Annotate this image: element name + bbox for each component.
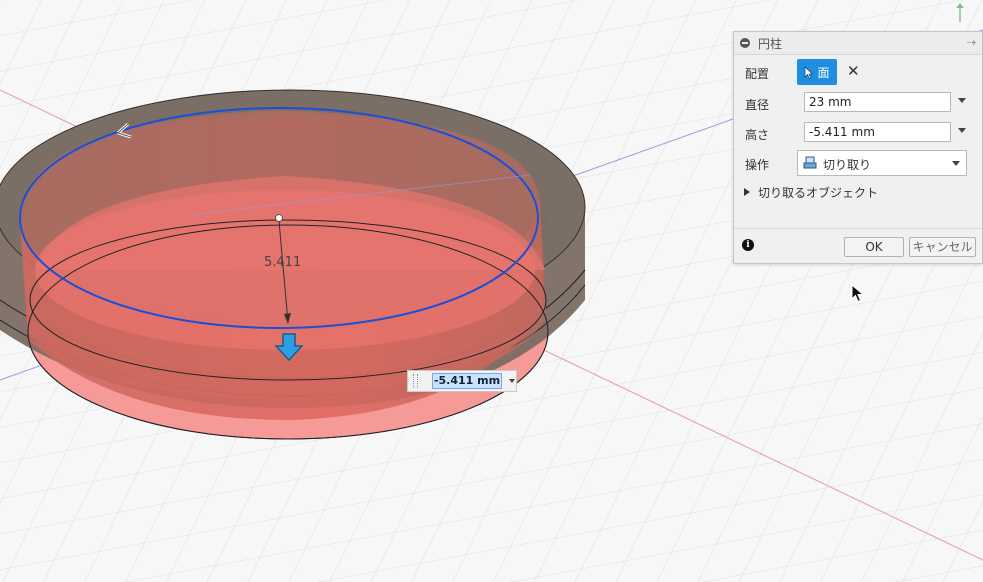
chevron-down-icon bbox=[952, 161, 960, 166]
diameter-input[interactable]: 23 mm bbox=[804, 92, 951, 112]
dialog-header[interactable]: 円柱 ⇢ bbox=[734, 32, 982, 55]
drag-grip[interactable] bbox=[413, 374, 418, 388]
dimension-label: 5.411 bbox=[264, 255, 302, 270]
objects-to-cut-toggle[interactable]: 切り取るオブジェクト bbox=[744, 184, 878, 200]
cancel-button[interactable]: キャンセル bbox=[909, 237, 976, 257]
expand-triangle-icon bbox=[744, 188, 750, 196]
height-label: 高さ bbox=[745, 128, 770, 142]
height-input[interactable]: -5.411 mm bbox=[804, 122, 951, 142]
chevron-down-icon[interactable] bbox=[958, 128, 966, 133]
placement-label: 配置 bbox=[745, 67, 770, 81]
operation-select[interactable]: 切り取り bbox=[797, 150, 967, 176]
cylinder-dialog: 円柱 ⇢ 配置 面 ✕ 直径 23 mm 高さ -5.411 mm 操作 切り取… bbox=[733, 31, 983, 264]
diameter-row: 直径 23 mm bbox=[734, 92, 982, 116]
operation-row: 操作 切り取り bbox=[734, 150, 982, 176]
dialog-footer: i OK キャンセル bbox=[734, 228, 982, 263]
operation-value: 切り取り bbox=[823, 158, 872, 172]
ok-button[interactable]: OK bbox=[844, 237, 904, 257]
placement-row: 配置 面 ✕ bbox=[734, 59, 982, 85]
placement-face-button[interactable]: 面 bbox=[797, 59, 837, 85]
dialog-title: 円柱 bbox=[758, 36, 783, 51]
height-value-field[interactable]: -5.411 mm bbox=[432, 373, 502, 389]
height-row: 高さ -5.411 mm bbox=[734, 122, 982, 146]
dialog-pin-icon[interactable]: ⇢ bbox=[967, 36, 976, 49]
placement-selection: 面 bbox=[817, 65, 830, 80]
chevron-down-icon[interactable] bbox=[509, 379, 515, 383]
info-icon[interactable]: i bbox=[742, 239, 754, 251]
operation-label: 操作 bbox=[745, 158, 770, 172]
cursor-select-icon bbox=[805, 65, 814, 79]
mouse-cursor-icon bbox=[851, 284, 865, 303]
cut-operation-icon bbox=[803, 156, 817, 169]
clear-selection-button[interactable]: ✕ bbox=[847, 62, 860, 80]
objects-to-cut-label: 切り取るオブジェクト bbox=[758, 185, 879, 200]
collapse-icon[interactable] bbox=[740, 38, 750, 48]
height-manipulator-input[interactable]: -5.411 mm bbox=[407, 370, 517, 392]
chevron-down-icon[interactable] bbox=[958, 98, 966, 103]
center-point bbox=[275, 214, 283, 222]
diameter-label: 直径 bbox=[745, 98, 770, 112]
